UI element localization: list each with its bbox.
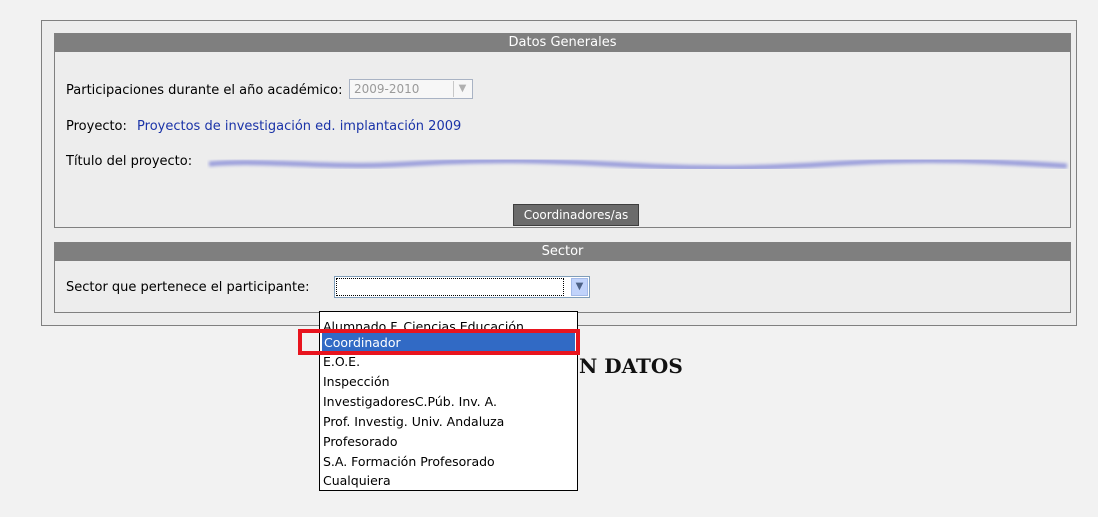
sector-option-prof-investig[interactable]: Prof. Investig. Univ. Andaluza	[323, 412, 504, 431]
coordinators-button[interactable]: Coordinadores/as	[513, 204, 639, 226]
sector-select[interactable]: ▼	[334, 276, 590, 298]
sector-dropdown-list[interactable]: Alumnado F. Ciencias Educación Coordinad…	[319, 311, 578, 491]
redacted-project-title	[208, 157, 1068, 171]
chevron-down-icon[interactable]: ▼	[571, 278, 588, 296]
sector-select-value	[336, 278, 564, 296]
participations-label: Participaciones durante el año académico…	[66, 83, 343, 98]
sector-option-investigadores[interactable]: InvestigadoresC.Púb. Inv. A.	[323, 392, 497, 411]
sector-option-alumnado[interactable]: Alumnado F. Ciencias Educación	[323, 314, 524, 331]
general-data-header: Datos Generales	[55, 34, 1070, 52]
sector-header: Sector	[55, 243, 1070, 261]
project-row: Proyecto: Proyectos de investigación ed.…	[66, 119, 461, 134]
academic-year-select: 2009-2010 ▼	[349, 79, 473, 99]
project-title-label: Título del proyecto:	[66, 154, 193, 169]
general-data-section: Datos Generales Participaciones durante …	[54, 33, 1071, 228]
sector-option-sa-formacion[interactable]: S.A. Formación Profesorado	[323, 452, 495, 471]
background-heading: N DATOS	[579, 354, 683, 378]
chevron-down-icon: ▼	[453, 81, 471, 97]
sector-option-coordinador[interactable]: Coordinador	[322, 333, 575, 352]
sector-option-eoe[interactable]: E.O.E.	[323, 352, 360, 371]
academic-year-value: 2009-2010	[354, 82, 420, 96]
sector-label: Sector que pertenece el participante:	[66, 280, 310, 295]
project-value: Proyectos de investigación ed. implantac…	[137, 119, 462, 134]
sector-option-inspeccion[interactable]: Inspección	[323, 372, 390, 391]
sector-section: Sector Sector que pertenece el participa…	[54, 242, 1071, 313]
sector-option-cualquiera[interactable]: Cualquiera	[323, 471, 391, 490]
sector-option-profesorado[interactable]: Profesorado	[323, 432, 397, 451]
main-panel: Datos Generales Participaciones durante …	[41, 20, 1077, 326]
project-label: Proyecto:	[66, 119, 127, 134]
